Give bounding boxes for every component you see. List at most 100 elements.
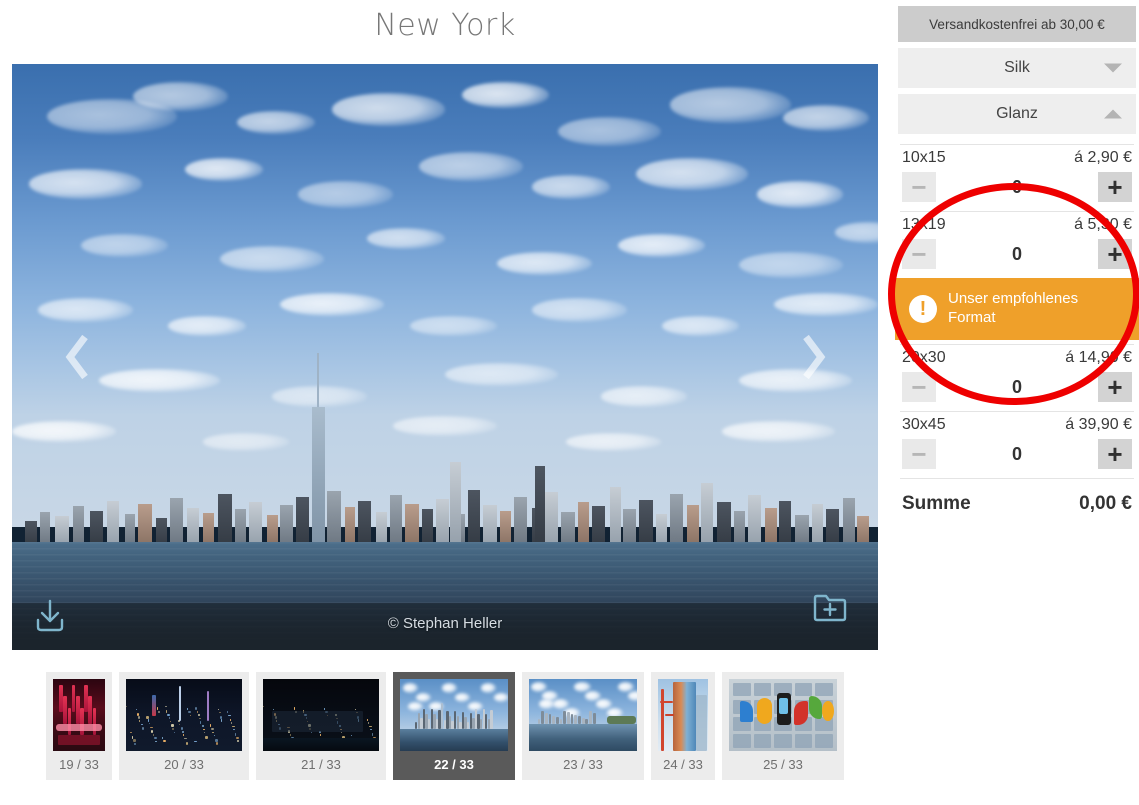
cloud <box>739 251 844 278</box>
thumbnail-caption: 19 / 33 <box>59 757 99 772</box>
photo-copyright: © Stephan Heller <box>387 615 503 632</box>
building <box>55 516 70 545</box>
previous-photo-button[interactable] <box>54 322 100 392</box>
paper-option-silk-label: Silk <box>1004 59 1030 76</box>
building <box>670 493 684 545</box>
thumbnail-caption: 25 / 33 <box>763 757 803 772</box>
thumbnail-caption: 20 / 33 <box>164 757 204 772</box>
quantity-stepper[interactable]: − 0 + <box>902 169 1132 205</box>
format-list: 10x15 á 2,90 € − 0 +13x19 á 5,30 € − 0 +! Unser e… <box>895 144 1139 472</box>
add-to-album-button[interactable] <box>808 588 852 628</box>
thumbnail-item[interactable]: 22 / 33 <box>393 672 515 780</box>
cloud <box>185 157 264 182</box>
paper-option-glanz-label: Glanz <box>996 105 1038 122</box>
thumbnail-image <box>263 679 379 751</box>
format-header: 13x19 á 5,30 € <box>902 212 1132 236</box>
cloud <box>133 81 229 111</box>
quantity-stepper[interactable]: − 0 + <box>902 436 1132 472</box>
cloud <box>445 362 558 387</box>
building <box>748 495 762 545</box>
quantity-stepper[interactable]: − 0 + <box>902 236 1132 272</box>
cloud <box>531 175 610 199</box>
thumbnail-strip[interactable]: 19 / 33 20 / 33 21 / 33 22 / 33 23 / 33 24 / … <box>0 672 890 802</box>
increase-quantity-button[interactable]: + <box>1098 372 1132 402</box>
cloud <box>332 93 445 126</box>
increase-quantity-button[interactable]: + <box>1098 172 1132 202</box>
format-size: 20x30 <box>902 349 946 366</box>
building <box>687 505 699 545</box>
format-price: á 5,30 € <box>1074 216 1132 233</box>
thumbnail-caption: 24 / 33 <box>663 757 703 772</box>
cloud <box>271 386 368 407</box>
building <box>467 489 480 545</box>
building <box>138 503 153 545</box>
cloud <box>37 298 134 322</box>
format-size: 30x45 <box>902 416 946 433</box>
building <box>375 512 387 545</box>
decrease-quantity-button[interactable]: − <box>902 372 936 402</box>
building <box>638 499 653 545</box>
download-icon <box>36 599 64 632</box>
next-photo-button[interactable] <box>790 322 836 392</box>
cloud <box>600 386 688 407</box>
download-button[interactable] <box>28 596 72 636</box>
building <box>218 493 232 545</box>
cloud <box>635 157 749 190</box>
increase-quantity-button[interactable]: + <box>1098 239 1132 269</box>
cloud <box>670 87 792 123</box>
decrease-quantity-button[interactable]: − <box>902 439 936 469</box>
thumbnail-item[interactable]: 21 / 33 <box>256 672 386 780</box>
building <box>124 513 135 545</box>
cloud <box>297 181 394 208</box>
format-price: á 39,90 € <box>1065 416 1132 433</box>
cloud <box>557 116 662 147</box>
cloud <box>367 228 445 249</box>
total-value: 0,00 € <box>1079 493 1132 514</box>
thumbnail-image <box>729 679 837 751</box>
chevron-right-icon <box>803 334 826 380</box>
thumbnail-caption: 22 / 33 <box>434 757 474 772</box>
cloud <box>496 251 593 275</box>
format-row: 20x30 á 14,90 € − 0 + <box>895 345 1139 405</box>
building <box>72 505 84 545</box>
cloud <box>722 421 835 442</box>
thumbnail-item[interactable]: 20 / 33 <box>119 672 249 780</box>
folder-plus-icon <box>813 594 847 622</box>
building <box>779 500 792 545</box>
building <box>296 496 310 545</box>
cloud <box>566 433 662 451</box>
decrease-quantity-button[interactable]: − <box>902 172 936 202</box>
thumbnail-item[interactable]: 25 / 33 <box>722 672 844 780</box>
photo-image <box>12 64 878 650</box>
thumbnail-item[interactable]: 24 / 33 <box>651 672 715 780</box>
paper-option-silk[interactable]: Silk <box>898 48 1136 88</box>
building <box>344 506 355 545</box>
cloud <box>29 169 142 199</box>
page-title: New York <box>374 8 516 43</box>
quantity-stepper[interactable]: − 0 + <box>902 369 1132 405</box>
main-photo-viewer[interactable]: © Stephan Heller <box>12 64 878 650</box>
building <box>266 514 278 545</box>
building <box>592 505 606 545</box>
building <box>436 498 450 545</box>
one-world-trade-center <box>311 407 325 545</box>
quantity-value: 0 <box>1011 443 1022 464</box>
building <box>765 507 777 545</box>
thumbnail-caption: 21 / 33 <box>301 757 341 772</box>
building <box>578 502 589 545</box>
building <box>483 505 497 545</box>
thumbnail-image <box>53 679 105 751</box>
format-row: 30x45 á 39,90 € − 0 + <box>895 412 1139 472</box>
thumbnail-item[interactable]: 23 / 33 <box>522 672 644 780</box>
cloud <box>219 245 324 273</box>
decrease-quantity-button[interactable]: − <box>902 239 936 269</box>
building <box>422 509 433 545</box>
building <box>107 500 120 545</box>
thumbnail-caption: 23 / 33 <box>563 757 603 772</box>
building <box>794 514 809 545</box>
paper-option-glanz[interactable]: Glanz <box>898 94 1136 134</box>
thumbnail-item[interactable]: 19 / 33 <box>46 672 112 780</box>
quantity-value: 0 <box>1011 376 1022 397</box>
increase-quantity-button[interactable]: + <box>1098 439 1132 469</box>
total-label: Summe <box>902 493 971 514</box>
